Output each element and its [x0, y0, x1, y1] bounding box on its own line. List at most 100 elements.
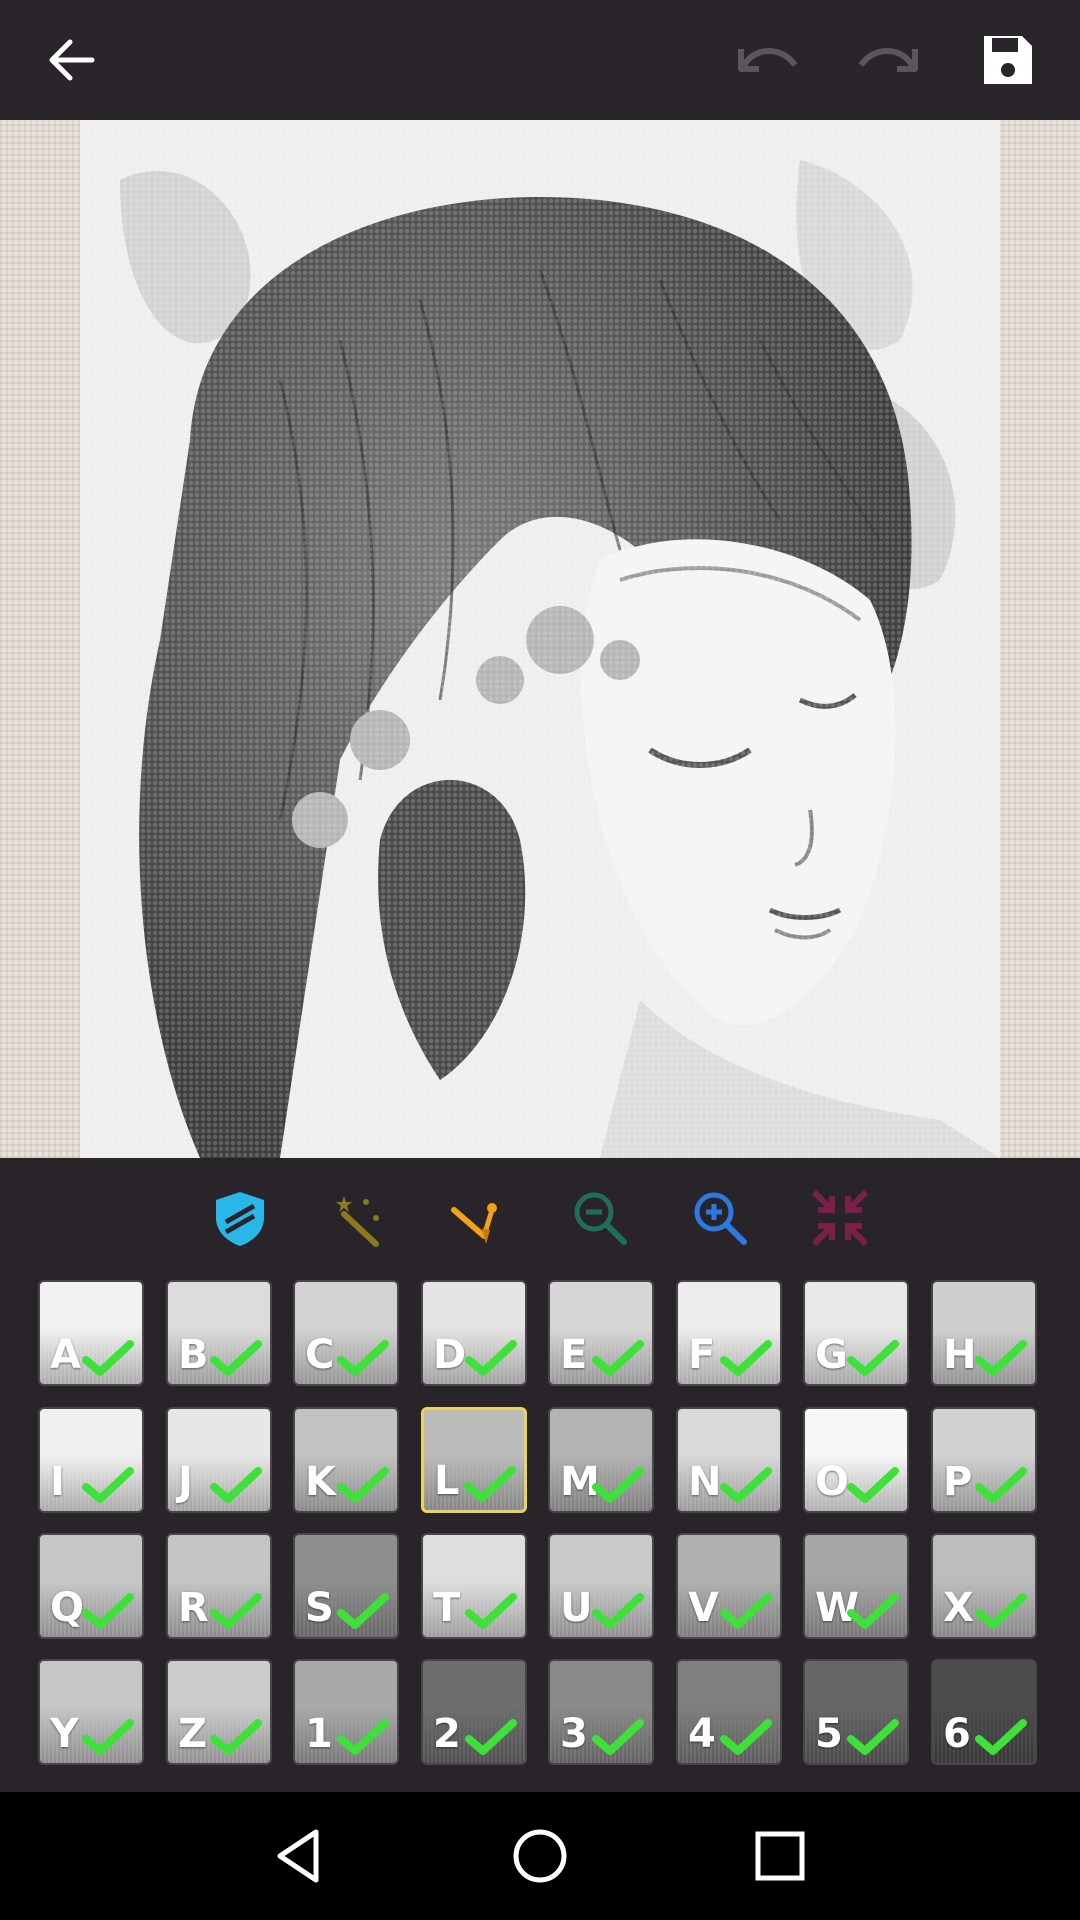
palette-cell-label: A	[50, 1332, 81, 1378]
artwork-image	[80, 120, 1000, 1158]
palette-cell-I[interactable]: I	[38, 1407, 144, 1513]
palette-cell-M[interactable]: M	[548, 1407, 654, 1513]
zoom-out-icon	[574, 1192, 627, 1245]
palette-cell-E[interactable]: E	[548, 1280, 654, 1386]
check-icon	[592, 1719, 644, 1755]
palette-cell-V[interactable]: V	[676, 1533, 782, 1639]
check-icon	[210, 1467, 262, 1503]
check-icon	[975, 1593, 1027, 1629]
check-icon	[592, 1593, 644, 1629]
palette-cell-label: G	[815, 1332, 848, 1378]
fit-view-button[interactable]	[805, 1183, 875, 1253]
palette-cell-W[interactable]: W	[803, 1533, 909, 1639]
palette-cell-U[interactable]: U	[548, 1533, 654, 1639]
palette-cell-3[interactable]: 3	[548, 1659, 654, 1765]
palette-cell-label: B	[178, 1332, 209, 1378]
check-icon	[465, 1719, 517, 1755]
palette-cell-G[interactable]: G	[803, 1280, 909, 1386]
zoom-in-button[interactable]	[685, 1183, 755, 1253]
save-button[interactable]	[968, 20, 1048, 100]
stitch-tool-button[interactable]	[445, 1183, 515, 1253]
check-icon	[720, 1719, 772, 1755]
check-icon	[592, 1340, 644, 1376]
palette-cell-J[interactable]: J	[166, 1407, 272, 1513]
check-icon	[847, 1340, 899, 1376]
palette-cell-B[interactable]: B	[166, 1280, 272, 1386]
redo-icon	[858, 48, 918, 72]
check-icon	[975, 1340, 1027, 1376]
arrow-left-icon	[49, 39, 95, 81]
palette-cell-label: E	[560, 1332, 588, 1378]
check-icon	[82, 1719, 134, 1755]
palette-cell-label: Y	[50, 1711, 79, 1757]
check-icon	[464, 1466, 516, 1502]
palette-cell-label: 5	[815, 1711, 843, 1757]
undo-icon	[738, 48, 798, 72]
zoom-out-button[interactable]	[565, 1183, 635, 1253]
palette-cell-label: N	[688, 1459, 722, 1505]
palette-cell-label: 3	[560, 1711, 588, 1757]
nav-recents-button[interactable]	[748, 1824, 812, 1888]
palette-cell-label: C	[305, 1332, 335, 1378]
palette-cell-label: H	[943, 1332, 977, 1378]
palette-cell-label: F	[688, 1332, 716, 1378]
palette-cell-label: Z	[178, 1711, 208, 1757]
palette-cell-K[interactable]: K	[293, 1407, 399, 1513]
check-icon	[82, 1340, 134, 1376]
palette-cell-label: 2	[433, 1711, 461, 1757]
check-icon	[975, 1467, 1027, 1503]
palette-cell-label: S	[305, 1585, 334, 1631]
palette-cell-O[interactable]: O	[803, 1407, 909, 1513]
palette-cell-P[interactable]: P	[931, 1407, 1037, 1513]
palette-cell-S[interactable]: S	[293, 1533, 399, 1639]
palette-cell-1[interactable]: 1	[293, 1659, 399, 1765]
palette-cell-N[interactable]: N	[676, 1407, 782, 1513]
check-icon	[82, 1593, 134, 1629]
check-icon	[847, 1593, 899, 1629]
palette-cell-Y[interactable]: Y	[38, 1659, 144, 1765]
palette-cell-Q[interactable]: Q	[38, 1533, 144, 1639]
palette-cell-6[interactable]: 6	[931, 1659, 1037, 1765]
check-icon	[337, 1340, 389, 1376]
cross-stitch-artwork[interactable]	[80, 120, 1000, 1158]
magic-wand-icon	[336, 1196, 379, 1247]
back-button[interactable]	[32, 20, 112, 100]
palette-cell-Z[interactable]: Z	[166, 1659, 272, 1765]
canvas-area[interactable]	[0, 120, 1080, 1158]
palette-cell-4[interactable]: 4	[676, 1659, 782, 1765]
palette-cell-label: 6	[943, 1711, 971, 1757]
palette-cell-H[interactable]: H	[931, 1280, 1037, 1386]
nav-home-button[interactable]	[508, 1824, 572, 1888]
palette-cell-label: 1	[305, 1711, 333, 1757]
nav-back-icon	[277, 1829, 319, 1883]
palette-cell-label: V	[688, 1585, 719, 1631]
palette-cell-label: I	[50, 1459, 65, 1505]
redo-button[interactable]	[848, 20, 928, 100]
needle-icon	[451, 1203, 497, 1244]
palette-cell-2[interactable]: 2	[421, 1659, 527, 1765]
magic-tool-button[interactable]	[325, 1183, 395, 1253]
palette-cell-label: 4	[688, 1711, 716, 1757]
protect-tool-button[interactable]	[205, 1183, 275, 1253]
nav-back-button[interactable]	[268, 1824, 332, 1888]
palette-cell-D[interactable]: D	[421, 1280, 527, 1386]
palette-cell-A[interactable]: A	[38, 1280, 144, 1386]
palette-cell-label: L	[434, 1458, 460, 1504]
palette-cell-X[interactable]: X	[931, 1533, 1037, 1639]
check-icon	[720, 1593, 772, 1629]
check-icon	[210, 1719, 262, 1755]
palette-cell-T[interactable]: T	[421, 1533, 527, 1639]
check-icon	[337, 1593, 389, 1629]
palette-cell-5[interactable]: 5	[803, 1659, 909, 1765]
palette-cell-L[interactable]: L	[421, 1407, 527, 1513]
palette-cell-label: X	[943, 1585, 974, 1631]
palette-cell-label: O	[815, 1459, 850, 1505]
palette-cell-R[interactable]: R	[166, 1533, 272, 1639]
tool-bar	[0, 1158, 1080, 1278]
undo-button[interactable]	[728, 20, 808, 100]
check-icon	[337, 1719, 389, 1755]
collapse-icon	[811, 1189, 869, 1247]
top-bar	[0, 0, 1080, 120]
palette-cell-F[interactable]: F	[676, 1280, 782, 1386]
palette-cell-C[interactable]: C	[293, 1280, 399, 1386]
